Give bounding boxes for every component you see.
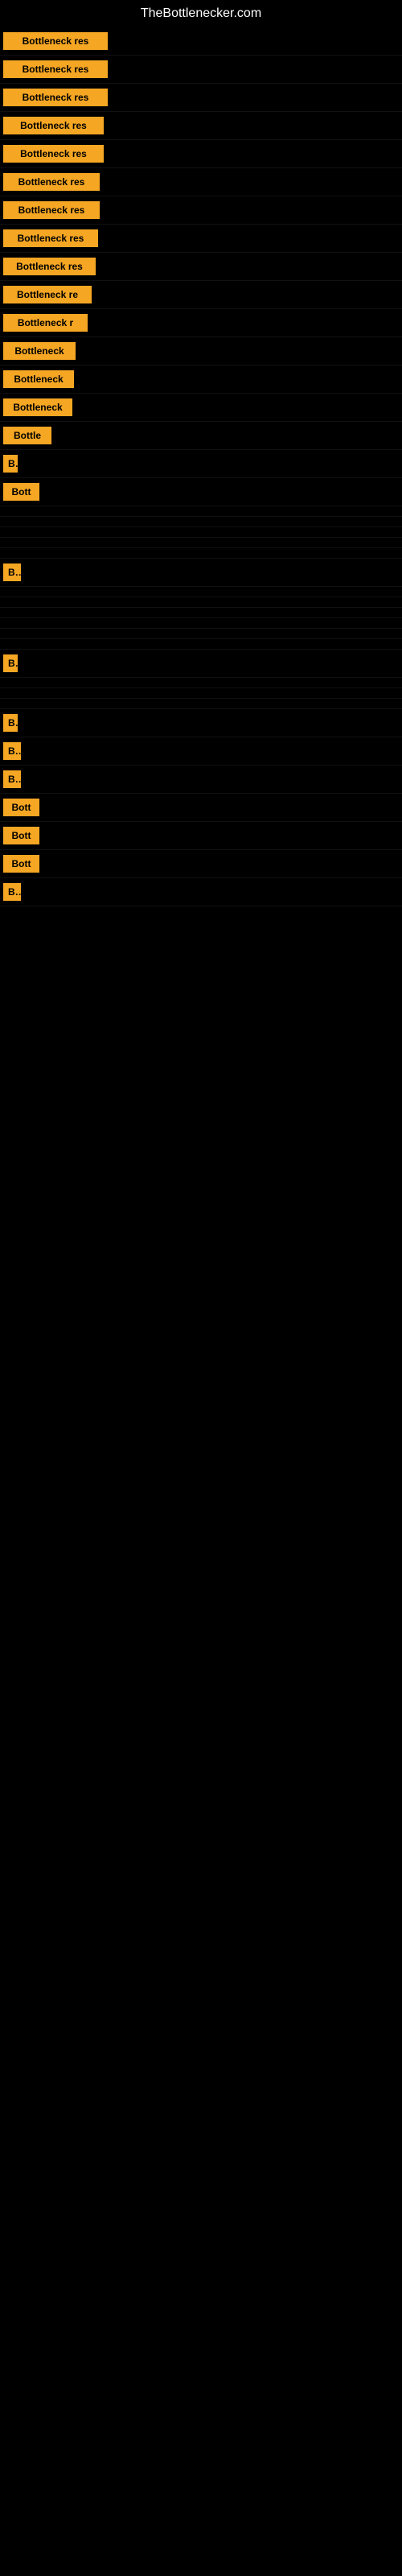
table-row: Bottleneck r	[0, 309, 402, 337]
table-row	[0, 548, 402, 559]
bottleneck-result-button[interactable]: B	[3, 654, 18, 672]
table-row	[0, 587, 402, 597]
table-row: Bottleneck	[0, 394, 402, 422]
table-row: Bo	[0, 559, 402, 587]
bottleneck-result-button[interactable]: Bott	[3, 483, 39, 501]
bottleneck-result-button[interactable]: Bottleneck re	[3, 286, 92, 303]
table-row: B	[0, 709, 402, 737]
table-row	[0, 699, 402, 709]
table-row: Bottleneck res	[0, 196, 402, 225]
table-row	[0, 597, 402, 608]
table-row	[0, 517, 402, 527]
table-row	[0, 608, 402, 618]
site-header: TheBottlenecker.com	[0, 0, 402, 27]
bottleneck-result-button[interactable]: Bottleneck	[3, 398, 72, 416]
bottleneck-result-button[interactable]: Bottleneck res	[3, 60, 108, 78]
table-row	[0, 538, 402, 548]
bottleneck-result-button[interactable]: Bo	[3, 564, 21, 581]
table-row	[0, 506, 402, 517]
bottleneck-result-button[interactable]: Bottleneck res	[3, 229, 98, 247]
table-row	[0, 527, 402, 538]
bottleneck-result-button[interactable]: Bottle	[3, 427, 51, 444]
table-row: Bottleneck res	[0, 84, 402, 112]
table-row: Bottleneck	[0, 337, 402, 365]
table-row: Bott	[0, 822, 402, 850]
table-row: Bottleneck res	[0, 225, 402, 253]
table-row: Bott	[0, 794, 402, 822]
bottleneck-result-button[interactable]: Bottleneck	[3, 342, 76, 360]
site-title: TheBottlenecker.com	[0, 0, 402, 27]
bottleneck-result-button[interactable]: Bottleneck res	[3, 258, 96, 275]
table-row: Bottleneck re	[0, 281, 402, 309]
bottleneck-result-button[interactable]: Bo	[3, 883, 21, 901]
bottleneck-result-button[interactable]: Bottleneck	[3, 370, 74, 388]
bottleneck-result-button[interactable]: Bott	[3, 799, 39, 816]
table-row: Bott	[0, 478, 402, 506]
bottleneck-result-button[interactable]: Bo	[3, 742, 21, 760]
table-row: Bottleneck res	[0, 168, 402, 196]
rows-container: Bottleneck res Bottleneck res Bottleneck r…	[0, 27, 402, 906]
table-row	[0, 639, 402, 650]
table-row: Bottle	[0, 422, 402, 450]
table-row	[0, 688, 402, 699]
bottleneck-result-button[interactable]: B	[3, 455, 18, 473]
table-row: Bottleneck res	[0, 56, 402, 84]
bottleneck-result-button[interactable]: Bo	[3, 770, 21, 788]
bottleneck-result-button[interactable]: Bottleneck r	[3, 314, 88, 332]
table-row	[0, 678, 402, 688]
table-row	[0, 629, 402, 639]
bottleneck-result-button[interactable]: Bottleneck res	[3, 89, 108, 106]
table-row: Bo	[0, 737, 402, 766]
table-row: Bottleneck res	[0, 27, 402, 56]
table-row: Bottleneck res	[0, 112, 402, 140]
table-row: Bott	[0, 850, 402, 878]
table-row: Bo	[0, 878, 402, 906]
table-row: Bottleneck res	[0, 253, 402, 281]
bottleneck-result-button[interactable]: Bottleneck res	[3, 117, 104, 134]
bottleneck-result-button[interactable]: Bott	[3, 855, 39, 873]
table-row: Bottleneck res	[0, 140, 402, 168]
bottleneck-result-button[interactable]: Bottleneck res	[3, 32, 108, 50]
table-row: Bo	[0, 766, 402, 794]
table-row: B	[0, 650, 402, 678]
bottleneck-result-button[interactable]: Bottleneck res	[3, 201, 100, 219]
bottleneck-result-button[interactable]: Bott	[3, 827, 39, 844]
table-row	[0, 618, 402, 629]
table-row: B	[0, 450, 402, 478]
table-row: Bottleneck	[0, 365, 402, 394]
bottleneck-result-button[interactable]: B	[3, 714, 18, 732]
bottleneck-result-button[interactable]: Bottleneck res	[3, 173, 100, 191]
bottleneck-result-button[interactable]: Bottleneck res	[3, 145, 104, 163]
